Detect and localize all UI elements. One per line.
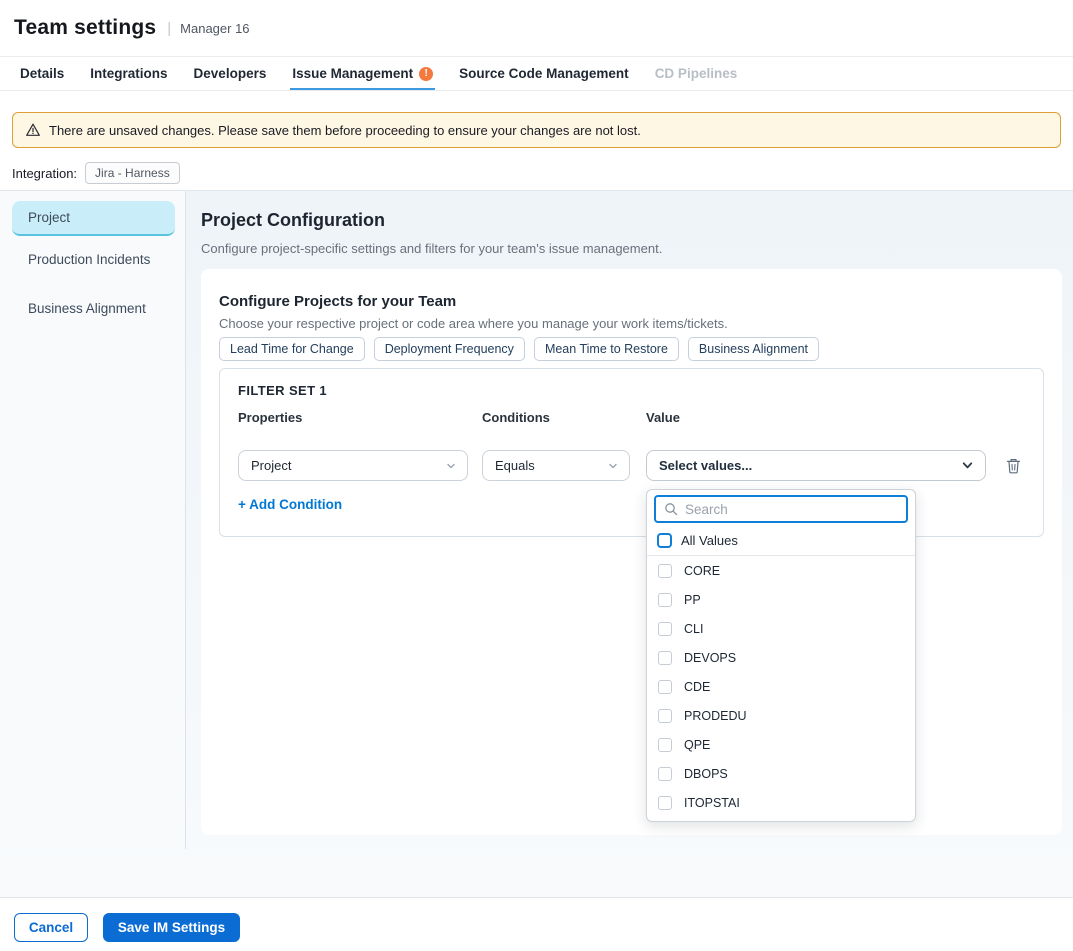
- option-label: PP: [684, 593, 701, 607]
- tab-bar: Details Integrations Developers Issue Ma…: [0, 57, 1073, 91]
- title-separator: |: [167, 20, 171, 37]
- option-label: CLI: [684, 622, 703, 636]
- add-condition-button[interactable]: + Add Condition: [238, 497, 342, 512]
- dropdown-option-core[interactable]: CORE: [647, 556, 915, 585]
- dropdown-option-prodedu[interactable]: PRODEDU: [647, 701, 915, 730]
- chip-deployment-frequency: Deployment Frequency: [374, 337, 525, 361]
- option-checkbox[interactable]: [658, 709, 672, 723]
- dropdown-search-box: [654, 495, 908, 523]
- chevron-down-icon: [445, 460, 457, 472]
- integration-row: Integration: Jira - Harness: [12, 161, 180, 185]
- dropdown-option-cli[interactable]: CLI: [647, 614, 915, 643]
- tab-cd-pipelines-label: CD Pipelines: [655, 66, 738, 81]
- all-values-label: All Values: [681, 533, 738, 548]
- condition-select[interactable]: Equals: [482, 450, 630, 481]
- footer-bar: Cancel Save IM Settings: [0, 897, 1073, 951]
- tab-details[interactable]: Details: [20, 57, 64, 90]
- tab-details-label: Details: [20, 66, 64, 81]
- sidebar-item-production-incidents[interactable]: Production Incidents: [28, 252, 150, 267]
- sidebar-item-business-alignment[interactable]: Business Alignment: [28, 301, 146, 316]
- option-checkbox[interactable]: [658, 622, 672, 636]
- tab-developers-label: Developers: [194, 66, 267, 81]
- chevron-down-icon: [607, 460, 619, 472]
- option-label: CORE: [684, 564, 720, 578]
- option-checkbox[interactable]: [658, 593, 672, 607]
- dropdown-option-cde[interactable]: CDE: [647, 672, 915, 701]
- tab-issue-management[interactable]: Issue Management !: [292, 57, 433, 90]
- main-panel: Project Configuration Configure project-…: [186, 191, 1073, 898]
- integration-chip[interactable]: Jira - Harness: [85, 162, 180, 184]
- settings-sidebar: Project Production Incidents Business Al…: [0, 191, 186, 849]
- tab-integrations[interactable]: Integrations: [90, 57, 167, 90]
- chip-business-alignment: Business Alignment: [688, 337, 819, 361]
- chevron-down-icon: [960, 458, 975, 473]
- option-label: PRODEDU: [684, 709, 747, 723]
- tab-cd-pipelines: CD Pipelines: [655, 57, 738, 90]
- property-select-value: Project: [251, 458, 291, 473]
- option-label: DEVOPS: [684, 651, 736, 665]
- value-multiselect-placeholder: Select values...: [659, 458, 752, 473]
- search-icon: [664, 502, 678, 516]
- option-label: QPE: [684, 738, 710, 752]
- dropdown-option-pp[interactable]: PP: [647, 585, 915, 614]
- option-checkbox[interactable]: [658, 651, 672, 665]
- sidebar-item-project-label: Project: [28, 210, 70, 225]
- option-checkbox[interactable]: [658, 738, 672, 752]
- conditions-column-label: Conditions: [482, 410, 550, 425]
- dropdown-option-devops[interactable]: DEVOPS: [647, 643, 915, 672]
- cancel-button[interactable]: Cancel: [14, 913, 88, 942]
- warning-triangle-icon: [25, 122, 41, 138]
- page-title: Team settings: [14, 16, 156, 40]
- unsaved-warning-badge-icon: !: [419, 67, 433, 81]
- card-subtitle: Choose your respective project or code a…: [219, 316, 728, 331]
- option-checkbox[interactable]: [658, 767, 672, 781]
- tab-issue-management-label: Issue Management: [292, 66, 413, 81]
- dropdown-option-pipe[interactable]: PIPE: [647, 817, 915, 822]
- card-title: Configure Projects for your Team: [219, 293, 456, 310]
- configure-projects-card: Configure Projects for your Team Choose …: [201, 269, 1062, 835]
- value-column-label: Value: [646, 410, 680, 425]
- all-values-checkbox[interactable]: [657, 533, 672, 548]
- filter-set-title: FILTER SET 1: [238, 383, 327, 398]
- page-header: Team settings | Manager 16: [0, 0, 1073, 57]
- tab-integrations-label: Integrations: [90, 66, 167, 81]
- chip-lead-time-for-change: Lead Time for Change: [219, 337, 365, 361]
- unsaved-changes-banner: There are unsaved changes. Please save t…: [12, 112, 1061, 148]
- option-checkbox[interactable]: [658, 680, 672, 694]
- value-multiselect[interactable]: Select values...: [646, 450, 986, 481]
- page: Team settings | Manager 16 Details Integ…: [0, 0, 1073, 951]
- dropdown-option-dbops[interactable]: DBOPS: [647, 759, 915, 788]
- sidebar-item-business-alignment-label: Business Alignment: [28, 301, 146, 316]
- unsaved-changes-message: There are unsaved changes. Please save t…: [49, 123, 641, 138]
- filter-set-panel: FILTER SET 1 Properties Conditions Value…: [219, 368, 1044, 537]
- trash-icon: [1005, 457, 1022, 475]
- option-label: DBOPS: [684, 767, 728, 781]
- option-label: ITOPSTAI: [684, 796, 740, 810]
- condition-select-value: Equals: [495, 458, 535, 473]
- chip-mean-time-to-restore: Mean Time to Restore: [534, 337, 679, 361]
- dropdown-search-input[interactable]: [685, 502, 898, 517]
- select-all-values-row[interactable]: All Values: [647, 526, 915, 556]
- delete-condition-button[interactable]: [1005, 457, 1023, 475]
- properties-column-label: Properties: [238, 410, 302, 425]
- tab-developers[interactable]: Developers: [194, 57, 267, 90]
- option-label: CDE: [684, 680, 710, 694]
- sidebar-item-production-incidents-label: Production Incidents: [28, 252, 150, 267]
- value-dropdown-popover: All Values CORE PP CLI DEVOPS CDE PRODED…: [646, 489, 916, 822]
- dropdown-option-qpe[interactable]: QPE: [647, 730, 915, 759]
- property-select[interactable]: Project: [238, 450, 468, 481]
- team-name-label: Manager 16: [180, 21, 249, 36]
- section-title: Project Configuration: [201, 210, 385, 231]
- metric-chips-row: Lead Time for Change Deployment Frequenc…: [219, 337, 819, 361]
- dropdown-option-itopstai[interactable]: ITOPSTAI: [647, 788, 915, 817]
- sidebar-item-project[interactable]: Project: [12, 201, 175, 236]
- option-checkbox[interactable]: [658, 796, 672, 810]
- integration-label: Integration:: [12, 166, 77, 181]
- option-checkbox[interactable]: [658, 564, 672, 578]
- save-im-settings-button[interactable]: Save IM Settings: [103, 913, 240, 942]
- section-subtitle: Configure project-specific settings and …: [201, 241, 662, 256]
- tab-source-code-management[interactable]: Source Code Management: [459, 57, 629, 90]
- tab-source-code-management-label: Source Code Management: [459, 66, 629, 81]
